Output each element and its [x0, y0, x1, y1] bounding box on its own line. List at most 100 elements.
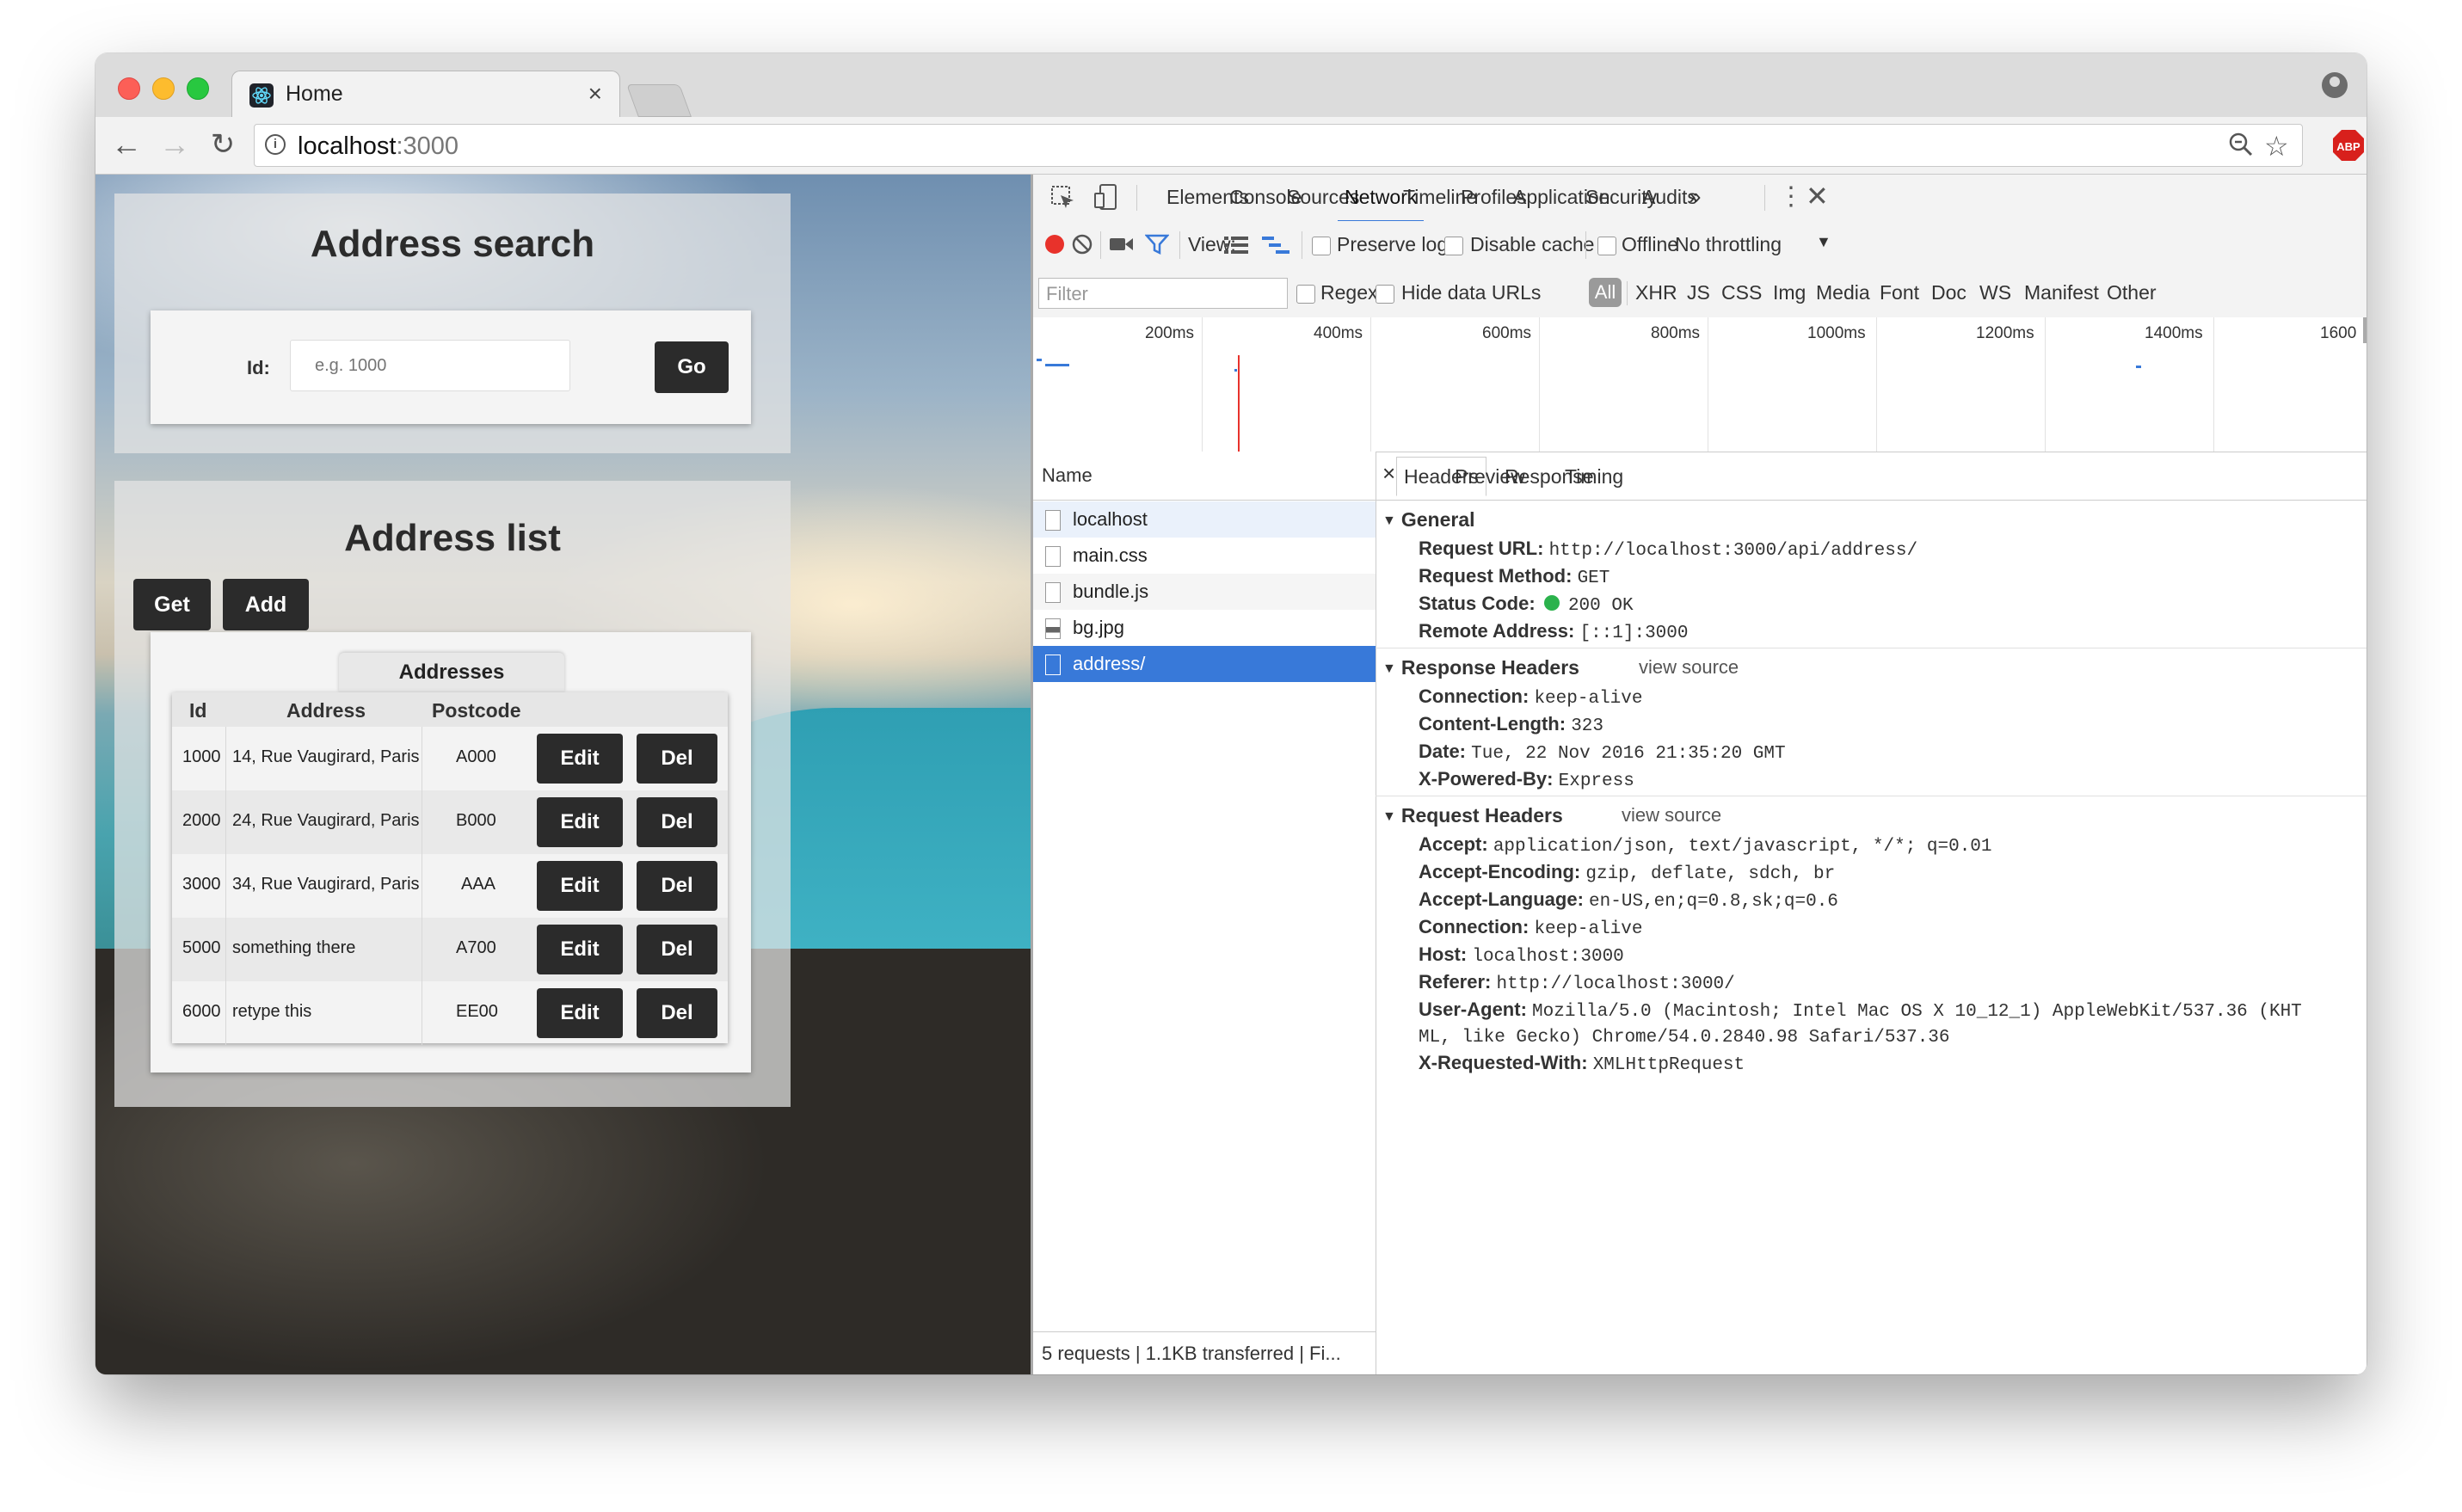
tab-timing[interactable]: Timing [1565, 465, 1623, 489]
overview-icon[interactable] [1262, 235, 1291, 261]
header-row: Referer: http://localhost:3000/ [1419, 971, 1735, 994]
maximize-window-button[interactable] [187, 77, 209, 100]
disable-cache-checkbox[interactable] [1444, 237, 1463, 255]
add-button[interactable]: Add [223, 579, 309, 630]
filter-ws[interactable]: WS [1979, 281, 2011, 304]
close-window-button[interactable] [118, 77, 140, 100]
network-overview[interactable]: 200ms 400ms 600ms 800ms 1000ms 1200ms 14… [1033, 317, 2367, 452]
details-tab-bar: × Headers Preview Response Timing [1376, 452, 2367, 501]
bookmark-star-icon[interactable]: ☆ [2264, 130, 2289, 163]
edit-button[interactable]: Edit [537, 797, 623, 847]
row-id: 3000 [182, 875, 221, 894]
script-icon [1045, 582, 1061, 603]
minimize-window-button[interactable] [152, 77, 175, 100]
filter-css[interactable]: CSS [1721, 281, 1762, 304]
capture-screenshots-icon[interactable] [1109, 235, 1135, 259]
response-headers-toggle[interactable]: ▼ Response Headers [1382, 656, 1579, 679]
devtools-panel: Elements Console Sources Network Timelin… [1031, 175, 2367, 1374]
id-search-input[interactable] [290, 340, 570, 391]
edit-button[interactable]: Edit [537, 734, 623, 784]
filter-doc[interactable]: Doc [1931, 281, 1967, 304]
edit-button[interactable]: Edit [537, 925, 623, 974]
filter-manifest[interactable]: Manifest [2024, 281, 2099, 304]
request-details: × Headers Preview Response Timing ▼ Gener… [1376, 452, 2367, 1374]
browser-tab-home[interactable]: Home × [231, 71, 620, 120]
inspect-element-icon[interactable] [1050, 185, 1076, 216]
get-button[interactable]: Get [133, 579, 211, 630]
delete-button[interactable]: Del [637, 734, 717, 784]
new-tab-button[interactable] [626, 84, 692, 117]
filter-other[interactable]: Other [2107, 281, 2157, 304]
delete-button[interactable]: Del [637, 861, 717, 911]
devtools-menu-icon[interactable]: ⋮ [1778, 181, 1804, 212]
header-row: X-Requested-With: XMLHttpRequest [1419, 1052, 1745, 1075]
row-address: 24, Rue Vaugirard, Paris [232, 811, 420, 830]
throttling-dropdown-icon[interactable]: ▼ [1816, 233, 1831, 251]
filter-img[interactable]: Img [1773, 281, 1806, 304]
request-list: Name localhost main.css bundle.js bg.jpg… [1033, 452, 1376, 1374]
request-item-address[interactable]: address/ [1033, 646, 1376, 682]
close-details-icon[interactable]: × [1382, 460, 1395, 487]
request-item-main-css[interactable]: main.css [1033, 538, 1376, 574]
profile-icon[interactable] [2322, 72, 2348, 98]
close-devtools-icon[interactable]: ✕ [1806, 180, 1829, 212]
delete-button[interactable]: Del [637, 988, 717, 1038]
delete-button[interactable]: Del [637, 797, 717, 847]
edit-button[interactable]: Edit [537, 861, 623, 911]
filter-xhr[interactable]: XHR [1635, 281, 1677, 304]
row-postcode: EE00 [456, 1002, 498, 1021]
back-arrow-icon[interactable]: ← [108, 126, 145, 163]
request-bar [1037, 359, 1042, 361]
response-view-source-link[interactable]: view source [1639, 656, 1739, 679]
address-search-panel: Address search Id: Go [114, 194, 791, 453]
hide-data-urls-checkbox[interactable] [1376, 285, 1394, 304]
record-icon[interactable] [1045, 235, 1064, 254]
clear-icon[interactable] [1071, 233, 1093, 261]
offline-label: Offline [1622, 233, 1679, 255]
tick-label: 1000ms [1807, 324, 1866, 342]
filter-all[interactable]: All [1589, 278, 1622, 307]
tick-label: 1600 [2320, 324, 2357, 342]
adblock-plus-icon[interactable]: ABP [2332, 129, 2365, 162]
request-view-source-link[interactable]: view source [1622, 804, 1721, 827]
device-toolbar-icon[interactable] [1093, 183, 1119, 216]
general-section-toggle[interactable]: ▼ General [1382, 508, 1475, 532]
name-column-header[interactable]: Name [1033, 452, 1376, 501]
row-id: 5000 [182, 938, 221, 957]
filter-icon[interactable] [1144, 233, 1170, 261]
filter-media[interactable]: Media [1816, 281, 1870, 304]
large-rows-icon[interactable] [1224, 235, 1250, 261]
filter-font[interactable]: Font [1880, 281, 1919, 304]
info-icon[interactable]: i [265, 134, 286, 155]
zoom-icon[interactable] [2228, 130, 2254, 166]
overview-drag-handle[interactable] [2363, 317, 2367, 343]
forward-arrow-icon[interactable]: → [156, 126, 194, 163]
filter-input[interactable]: Filter [1038, 278, 1288, 309]
request-item-localhost[interactable]: localhost [1033, 501, 1376, 538]
throttling-select[interactable]: No throttling [1675, 233, 1782, 256]
addresses-tab[interactable]: Addresses [339, 653, 564, 692]
url-text: localhost:3000 [298, 132, 459, 160]
more-tabs-icon[interactable]: » [1689, 183, 1701, 210]
preserve-log-checkbox[interactable] [1312, 237, 1331, 255]
hide-data-urls-label: Hide data URLs [1401, 281, 1542, 304]
filter-js[interactable]: JS [1687, 281, 1710, 304]
tick-label: 1200ms [1976, 324, 2034, 342]
regex-checkbox[interactable] [1296, 285, 1315, 304]
address-bar[interactable]: i localhost:3000 ☆ [254, 124, 2303, 167]
offline-checkbox[interactable] [1597, 237, 1616, 255]
tab-close-icon[interactable]: × [588, 80, 602, 108]
request-item-bundle-js[interactable]: bundle.js [1033, 574, 1376, 610]
request-headers-toggle[interactable]: ▼ Request Headers [1382, 804, 1563, 827]
delete-button[interactable]: Del [637, 925, 717, 974]
header-row: Connection: keep-alive [1419, 916, 1643, 939]
go-button[interactable]: Go [655, 341, 729, 393]
tick-label: 200ms [1145, 324, 1195, 342]
column-header-address: Address [286, 699, 366, 722]
request-item-bg-jpg[interactable]: bg.jpg [1033, 610, 1376, 646]
edit-button[interactable]: Edit [537, 988, 623, 1038]
tick-label: 600ms [1482, 324, 1532, 342]
header-row: X-Powered-By: Express [1419, 768, 1634, 791]
header-row: Connection: keep-alive [1419, 685, 1643, 709]
reload-icon[interactable]: ↻ [204, 126, 242, 163]
